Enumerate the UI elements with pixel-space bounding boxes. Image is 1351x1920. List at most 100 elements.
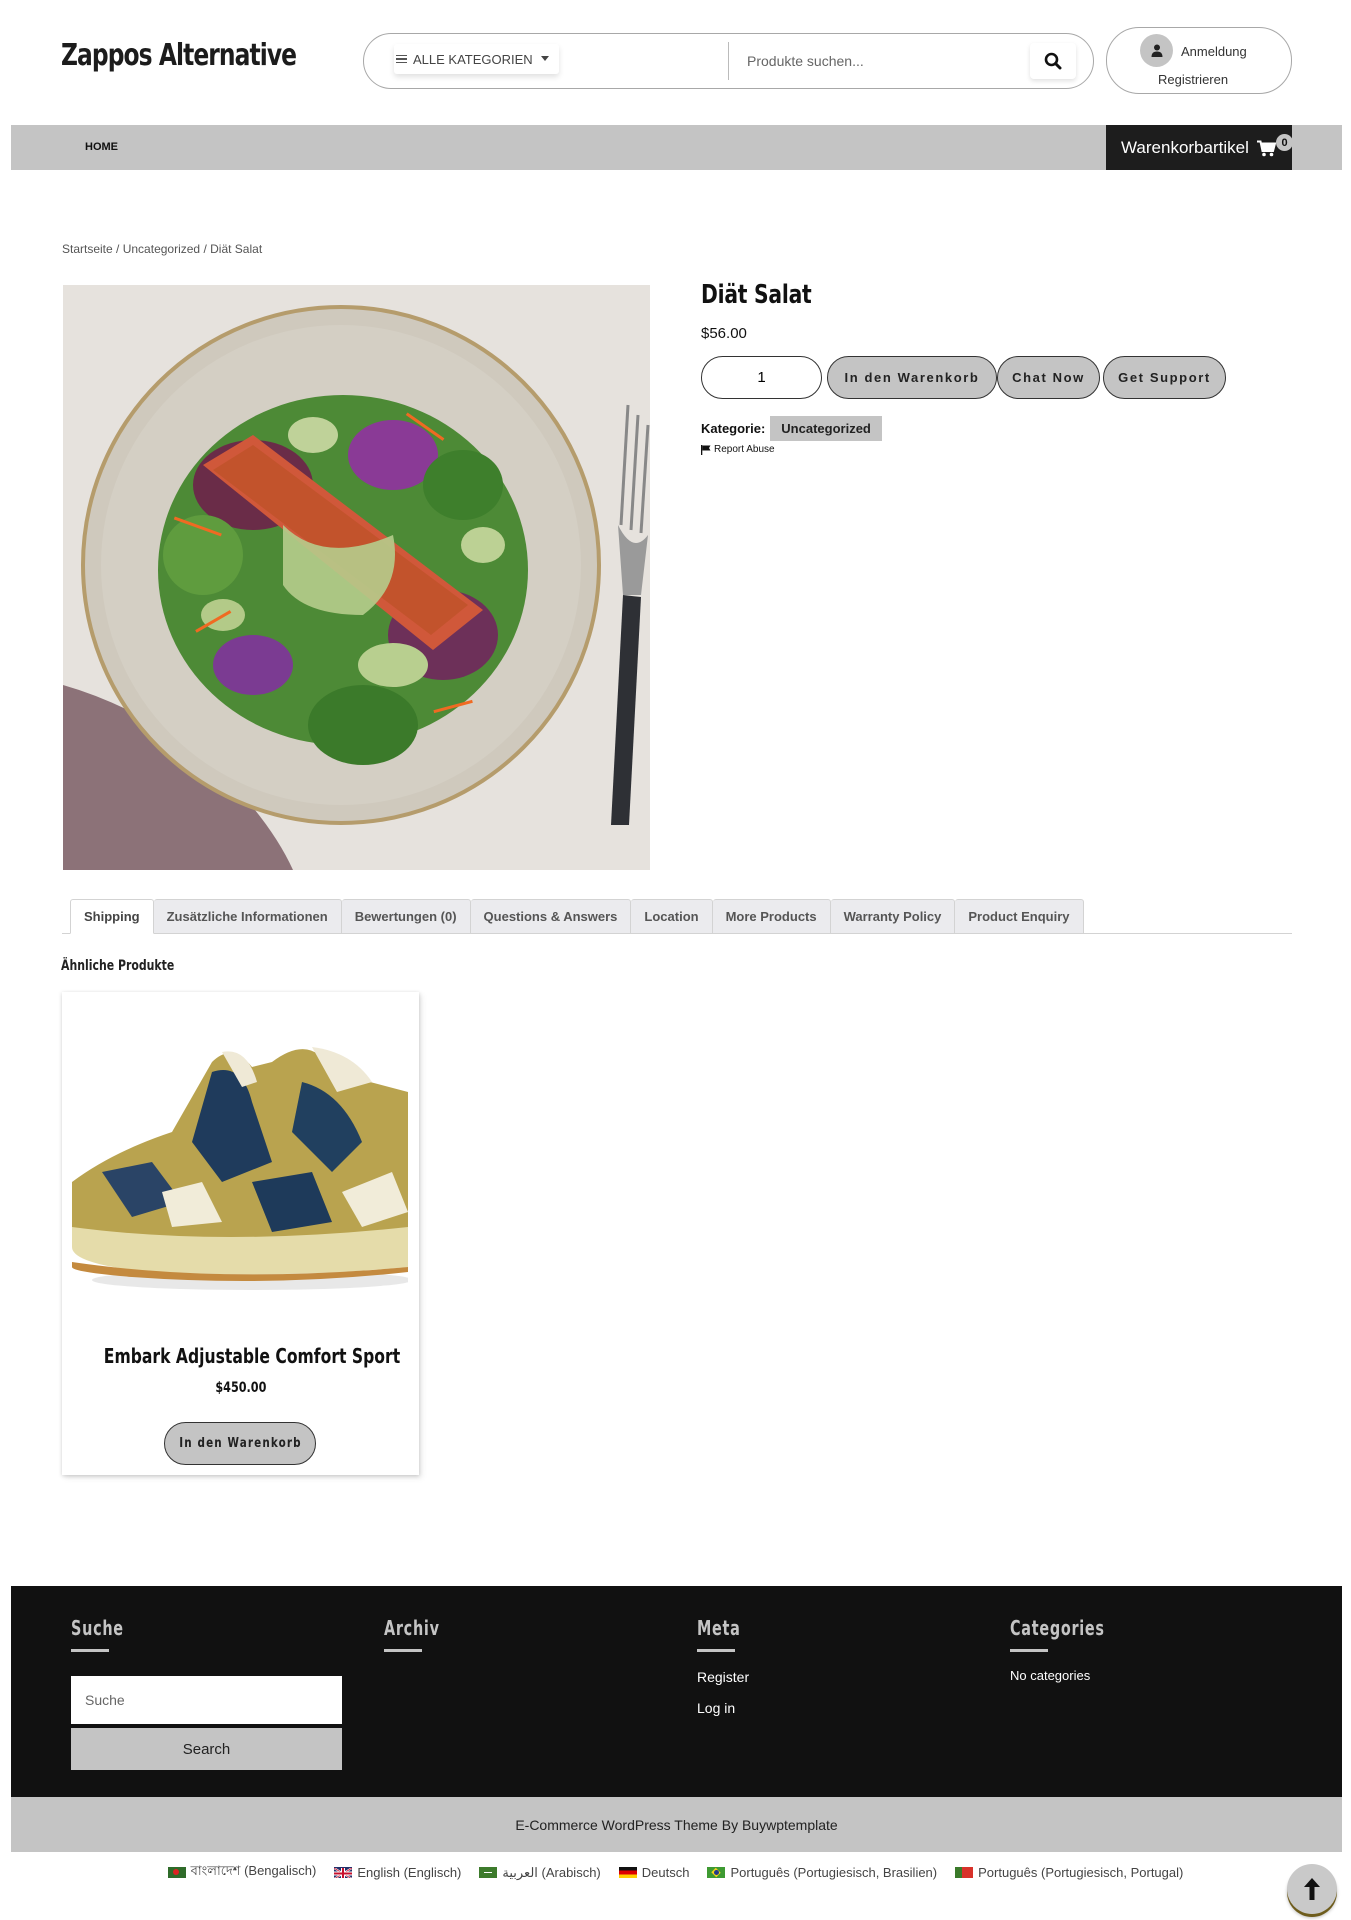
language-label: Português (Portugiesisch, Portugal) <box>978 1865 1184 1880</box>
product-image[interactable] <box>63 285 650 870</box>
category-select[interactable]: ALLE KATEGORIEN <box>394 44 559 74</box>
breadcrumb-category[interactable]: Uncategorized <box>123 242 200 256</box>
chat-now-label: Chat Now <box>1012 370 1085 385</box>
get-support-label: Get Support <box>1118 370 1211 385</box>
footer-archive-widget: Archiv <box>384 1616 461 1652</box>
search-bar: ALLE KATEGORIEN <box>363 33 1094 89</box>
tab-shipping[interactable]: Shipping <box>70 899 154 934</box>
flag-icon <box>701 444 711 455</box>
search-input[interactable] <box>747 48 1017 74</box>
footer-categories-heading: Categories <box>1010 1616 1105 1640</box>
tab-product-enquiry[interactable]: Product Enquiry <box>955 899 1084 934</box>
footer-categories-widget: Categories No categories <box>1010 1616 1142 1683</box>
main-nav: HOME Warenkorbartikel 0 <box>11 125 1342 170</box>
language-label: বাংলাদেশ (Bengalisch) <box>190 1863 317 1878</box>
flag-bd-icon <box>167 1867 186 1878</box>
footer-login-link[interactable]: Log in <box>697 1700 735 1716</box>
breadcrumb: Startseite / Uncategorized / Diät Salat <box>62 242 262 256</box>
product-card-add-to-cart-button[interactable]: In den Warenkorb <box>164 1422 316 1465</box>
tab-location[interactable]: Location <box>631 899 713 934</box>
register-link[interactable]: Registrieren <box>1158 72 1228 87</box>
cart-label: Warenkorbartikel <box>1121 137 1249 157</box>
tab-warranty-policy[interactable]: Warranty Policy <box>830 899 956 934</box>
nav-item-home[interactable]: HOME <box>85 141 118 153</box>
breadcrumb-current: Diät Salat <box>210 242 263 256</box>
flag-gb-icon <box>334 1867 353 1878</box>
tab-additional-info[interactable]: Zusätzliche Informationen <box>153 899 342 934</box>
product-card-image[interactable] <box>72 1022 412 1292</box>
language-switcher: বাংলাদেশ (Bengalisch) English (Englisch)… <box>0 1862 1351 1883</box>
tab-reviews[interactable]: Bewertungen (0) <box>341 899 471 934</box>
language-label: Português (Portugiesisch, Brasilien) <box>730 1865 938 1880</box>
chat-now-button[interactable]: Chat Now <box>997 356 1100 399</box>
footer-no-categories: No categories <box>1010 1668 1091 1683</box>
language-portuguese-portugal[interactable]: Português (Portugiesisch, Portugal) <box>955 1862 1183 1883</box>
language-portuguese-brazil[interactable]: Português (Portugiesisch, Brasilien) <box>707 1862 937 1883</box>
report-abuse-link[interactable]: Report Abuse <box>701 444 775 455</box>
add-to-cart-label: In den Warenkorb <box>844 370 980 385</box>
language-label: English (Englisch) <box>357 1865 462 1880</box>
footer-search-input[interactable] <box>71 1676 342 1724</box>
search-button[interactable] <box>1030 43 1076 79</box>
language-label: Deutsch <box>641 1865 690 1880</box>
account-box: Anmeldung Registrieren <box>1106 27 1292 94</box>
footer: Suche Search Archiv Meta Register Log in… <box>11 1586 1342 1797</box>
arrow-up-icon <box>1304 1878 1320 1900</box>
breadcrumb-separator: / <box>112 242 123 256</box>
related-products-heading: Ähnliche Produkte <box>61 958 175 974</box>
copyright-bar: E-Commerce WordPress Theme By Buywptempl… <box>11 1797 1342 1852</box>
avatar[interactable] <box>1140 34 1173 67</box>
get-support-button[interactable]: Get Support <box>1103 356 1226 399</box>
menu-icon <box>396 52 407 65</box>
language-german[interactable]: Deutsch <box>618 1862 690 1883</box>
language-label: العربية (Arabisch) <box>502 1864 601 1880</box>
breadcrumb-separator: / <box>200 242 211 256</box>
footer-register-link[interactable]: Register <box>697 1669 749 1685</box>
category-select-value: ALLE KATEGORIEN <box>413 51 533 67</box>
footer-meta-heading: Meta <box>697 1616 741 1640</box>
shoe-illustration <box>72 1047 412 1290</box>
footer-meta-widget: Meta Register Log in <box>697 1616 758 1716</box>
flag-de-icon <box>618 1867 637 1878</box>
login-link[interactable]: Anmeldung <box>1181 44 1247 59</box>
product-card-name[interactable]: Embark Adjustable Comfort Sport <box>62 1344 419 1368</box>
heading-underline <box>71 1649 109 1652</box>
product-price: $56.00 <box>701 325 747 342</box>
product-title: Diät Salat <box>701 280 812 310</box>
product-card-price: $450.00 <box>62 1380 419 1396</box>
language-arabic[interactable]: العربية (Arabisch) <box>479 1862 601 1883</box>
cart-count-badge: 0 <box>1276 134 1293 151</box>
heading-underline <box>697 1649 735 1652</box>
product-card-name-text: Embark Adjustable Comfort Sport <box>103 1344 401 1368</box>
breadcrumb-home[interactable]: Startseite <box>62 242 113 256</box>
cart-button[interactable]: Warenkorbartikel 0 <box>1106 125 1293 170</box>
caret-down-icon <box>541 56 549 61</box>
tab-more-products[interactable]: More Products <box>712 899 831 934</box>
language-bengali[interactable]: বাংলাদেশ (Bengalisch) <box>167 1862 317 1883</box>
flag-sa-icon <box>479 1867 498 1878</box>
copyright-text[interactable]: E-Commerce WordPress Theme By Buywptempl… <box>515 1817 837 1833</box>
product-card-price-text: $450.00 <box>214 1380 266 1396</box>
category-label: Kategorie: <box>701 420 766 436</box>
footer-search-button[interactable]: Search <box>71 1728 342 1770</box>
add-to-cart-button[interactable]: In den Warenkorb <box>827 356 997 399</box>
salad-illustration <box>63 285 650 870</box>
cart-icon <box>1256 140 1276 157</box>
flag-pt-icon <box>955 1867 974 1878</box>
search-icon <box>1044 52 1062 70</box>
heading-underline <box>384 1649 422 1652</box>
tab-questions-answers[interactable]: Questions & Answers <box>470 899 632 934</box>
footer-search-widget: Suche Search <box>71 1616 342 1770</box>
product-card-add-to-cart-label: In den Warenkorb <box>178 1436 302 1451</box>
product-card: Embark Adjustable Comfort Sport $450.00 … <box>62 992 419 1475</box>
category-link[interactable]: Uncategorized <box>770 415 882 441</box>
heading-underline <box>1010 1649 1048 1652</box>
report-abuse-label: Report Abuse <box>714 444 775 455</box>
footer-search-heading: Suche <box>71 1616 124 1640</box>
user-icon <box>1151 44 1162 57</box>
product-meta: Kategorie: Uncategorized <box>701 415 882 441</box>
language-english[interactable]: English (Englisch) <box>334 1862 461 1883</box>
back-to-top-button[interactable] <box>1287 1864 1337 1914</box>
site-logo[interactable]: Zappos Alternative <box>61 38 297 73</box>
quantity-input[interactable] <box>701 356 822 399</box>
